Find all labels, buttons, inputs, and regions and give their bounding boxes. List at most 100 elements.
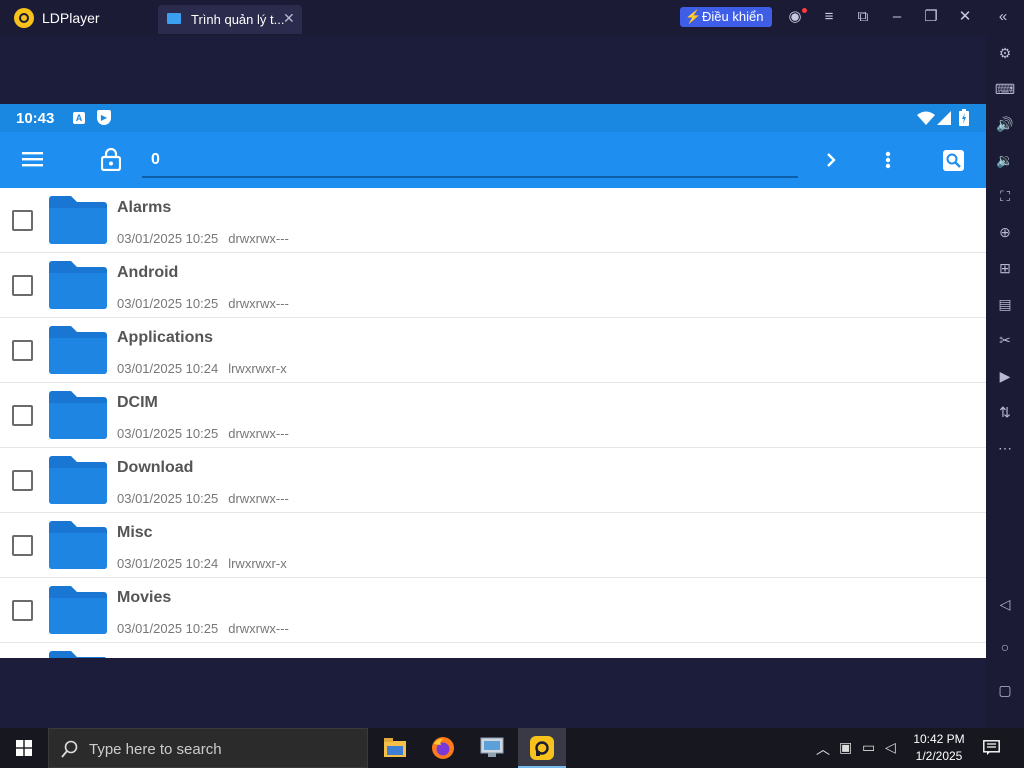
path-input[interactable]: 0 (151, 151, 160, 169)
file-date: 03/01/2025 10:25 (117, 621, 219, 636)
close-tab-icon[interactable]: ✕ (283, 10, 295, 27)
location-icon[interactable]: ⊕ (986, 219, 1024, 245)
file-permissions: lrwxrwxr-x (228, 361, 287, 376)
shield-play-icon: ▶ (97, 110, 111, 125)
tab-file-manager[interactable]: Trình quản lý t... ✕ (158, 5, 302, 34)
item-checkbox[interactable] (12, 600, 33, 621)
path-underline (142, 176, 798, 178)
tray-network-icon[interactable]: ▭ (862, 739, 875, 756)
file-permissions: lrwxrwxr-x (228, 556, 287, 571)
file-date: 03/01/2025 10:25 (117, 231, 219, 246)
folder-icon (49, 586, 107, 634)
file-meta: 03/01/2025 10:24 lrwxrwxr-x (117, 556, 287, 571)
file-permissions: drwxrwx--- (228, 296, 289, 311)
popout-icon[interactable]: ⧉ (854, 8, 872, 26)
list-item[interactable]: Misc 03/01/2025 10:24 lrwxrwxr-x (0, 513, 986, 578)
file-permissions: drwxrwx--- (228, 231, 289, 246)
list-item[interactable]: Alarms 03/01/2025 10:25 drwxrwx--- (0, 188, 986, 253)
windows-taskbar: Type here to search ︿ ▣ ▭ ◁ 10:42 PM 1/2… (0, 728, 1024, 768)
item-checkbox[interactable] (12, 535, 33, 556)
title-bar: LDPlayer Trình quản lý t... ✕ ⚡ Điều khi… (0, 0, 1024, 36)
volume-down-icon[interactable]: 🔉 (986, 147, 1024, 173)
ldplayer-logo-icon (14, 8, 34, 28)
notification-center-icon[interactable] (983, 740, 1000, 755)
list-item[interactable]: Android 03/01/2025 10:25 drwxrwx--- (0, 253, 986, 318)
hamburger-menu-icon[interactable] (22, 151, 43, 167)
list-item[interactable]: DCIM 03/01/2025 10:25 drwxrwx--- (0, 383, 986, 448)
folder-icon (167, 13, 181, 24)
file-permissions: drwxrwx--- (228, 621, 289, 636)
search-icon (61, 740, 78, 758)
recents-nav-icon[interactable]: ▢ (986, 677, 1024, 703)
list-item[interactable]: Download 03/01/2025 10:25 drwxrwx--- (0, 448, 986, 513)
home-nav-icon[interactable]: ○ (986, 634, 1024, 660)
overflow-menu-icon[interactable] (885, 151, 891, 169)
list-item[interactable]: Applications 03/01/2025 10:24 lrwxrwxr-x (0, 318, 986, 383)
close-window-icon[interactable]: ✕ (956, 8, 974, 26)
settings-icon[interactable]: ⚙ (986, 40, 1024, 66)
file-permissions: drwxrwx--- (228, 491, 289, 506)
restore-icon[interactable]: ❐ (922, 8, 940, 26)
file-name: Movies (117, 589, 172, 606)
status-time: 10:43 (16, 110, 55, 127)
file-meta: 03/01/2025 10:24 lrwxrwxr-x (117, 361, 287, 376)
item-checkbox[interactable] (12, 470, 33, 491)
file-meta: 03/01/2025 10:25 drwxrwx--- (117, 491, 289, 506)
item-checkbox[interactable] (12, 210, 33, 231)
folder-icon (49, 521, 107, 569)
item-checkbox[interactable] (12, 340, 33, 361)
keyboard-icon[interactable]: ⌨ (986, 76, 1024, 102)
menu-icon[interactable]: ≡ (820, 8, 838, 26)
app-name: LDPlayer (42, 10, 100, 26)
collapse-sidebar-icon[interactable]: « (994, 8, 1012, 26)
file-name: Alarms (117, 199, 172, 216)
more-options-icon[interactable]: ⋯ (986, 435, 1024, 461)
folder-icon (49, 196, 107, 244)
android-status-bar: 10:43 A ▶ (0, 104, 986, 132)
notification-a-icon: A (73, 112, 85, 124)
apk-install-icon[interactable]: ▤ (986, 291, 1024, 317)
record-video-icon[interactable]: ▶ (986, 363, 1024, 389)
search-icon[interactable] (943, 150, 964, 171)
volume-up-icon[interactable]: 🔊 (986, 111, 1024, 137)
start-button[interactable] (0, 728, 48, 768)
file-meta: 03/01/2025 10:25 drwxrwx--- (117, 296, 289, 311)
fullscreen-icon[interactable]: ⛶ (986, 183, 1024, 209)
tray-chevron-up-icon[interactable]: ︿ (816, 739, 830, 759)
file-manager-toolbar: 0 (0, 132, 986, 188)
item-checkbox[interactable] (12, 405, 33, 426)
back-nav-icon[interactable]: ◁ (986, 591, 1024, 617)
taskbar-search[interactable]: Type here to search (48, 728, 368, 768)
lock-icon[interactable] (101, 148, 121, 171)
minimize-icon[interactable]: – (888, 8, 906, 26)
tray-clock-time[interactable]: 10:42 PM (909, 732, 969, 746)
windows-logo-icon (16, 740, 32, 756)
folder-icon (49, 326, 107, 374)
desktop: LDPlayer Trình quản lý t... ✕ ⚡ Điều khi… (0, 0, 1024, 768)
multi-instance-icon[interactable]: ⊞ (986, 255, 1024, 281)
battery-icon (959, 109, 969, 126)
file-explorer-taskbar-icon[interactable] (371, 728, 419, 768)
file-name: Applications (117, 329, 214, 346)
signal-icon (937, 111, 951, 125)
sync-icon[interactable]: ⇅ (986, 399, 1024, 425)
tray-volume-muted-icon[interactable]: ◁ (885, 739, 896, 756)
firefox-taskbar-icon[interactable] (419, 728, 467, 768)
lightning-icon: ⚡ (685, 9, 702, 24)
ldplayer-taskbar-icon[interactable] (518, 728, 566, 768)
tray-battery-icon[interactable]: ▣ (839, 739, 852, 756)
scissors-icon[interactable]: ✂ (986, 327, 1024, 353)
list-item[interactable]: Movies 03/01/2025 10:25 drwxrwx--- (0, 578, 986, 643)
control-panel-taskbar-icon[interactable] (468, 728, 516, 768)
file-date: 03/01/2025 10:24 (117, 361, 219, 376)
chevron-right-icon[interactable] (826, 152, 836, 168)
file-meta: 03/01/2025 10:25 drwxrwx--- (117, 621, 289, 636)
item-checkbox[interactable] (12, 275, 33, 296)
tray-clock-date[interactable]: 1/2/2025 (909, 749, 969, 763)
folder-icon (49, 261, 107, 309)
list-item-partial[interactable] (0, 643, 986, 658)
file-date: 03/01/2025 10:25 (117, 426, 219, 441)
folder-icon (49, 651, 107, 658)
control-button[interactable]: ⚡ Điều khiển (680, 7, 772, 27)
folder-icon (49, 391, 107, 439)
